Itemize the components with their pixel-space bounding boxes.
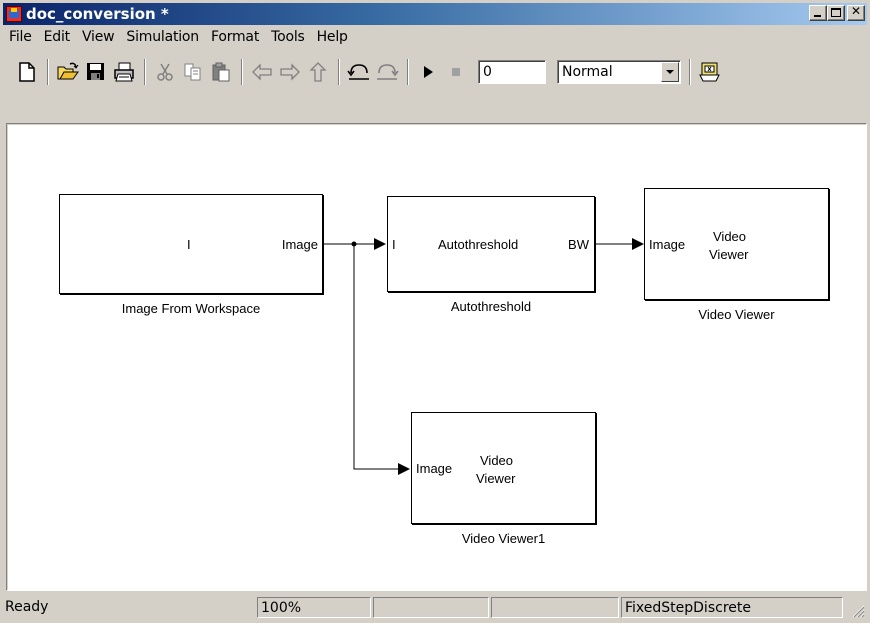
title-bar[interactable]: doc_conversion * ✕ — [3, 3, 867, 25]
block-caption: Image From Workspace — [121, 301, 261, 316]
toolbar: 0 Normal — [3, 52, 867, 92]
close-icon: ✕ — [850, 4, 862, 18]
undo-button[interactable] — [347, 60, 371, 84]
input-port-label: Image — [416, 461, 453, 476]
simulation-mode-select[interactable]: Normal — [557, 60, 681, 84]
model-canvas[interactable]: I Image Image From Workspace I Autothres… — [8, 125, 866, 590]
toolbar-separator — [241, 59, 243, 85]
toolbar-separator — [689, 59, 691, 85]
block-center-label: Video — [713, 229, 747, 244]
menu-file[interactable]: File — [3, 29, 38, 45]
block-caption: Video Viewer1 — [461, 531, 546, 546]
toolbar-separator — [338, 59, 340, 85]
back-icon — [252, 63, 272, 81]
start-simulation-button[interactable] — [416, 60, 440, 84]
cut-button[interactable] — [153, 60, 177, 84]
block-center-label: Video — [480, 453, 514, 468]
print-button[interactable] — [112, 60, 136, 84]
solver-name: FixedStepDiscrete — [621, 597, 843, 618]
copy-icon — [184, 63, 201, 81]
image-from-workspace-block[interactable]: I Image — [59, 194, 323, 294]
save-icon — [87, 63, 104, 80]
block-center-label: I — [187, 237, 191, 252]
toolbar-separator — [407, 59, 409, 85]
undo-icon — [347, 64, 369, 80]
output-port-label: Image — [281, 237, 318, 252]
block-center-label: Viewer — [476, 471, 516, 486]
block-caption: Autothreshold — [450, 299, 532, 314]
new-model-button[interactable] — [15, 60, 39, 84]
status-text: Ready — [5, 599, 49, 615]
redo-button[interactable] — [375, 60, 399, 84]
chevron-down-icon[interactable] — [661, 62, 679, 82]
zoom-level: 100% — [257, 597, 371, 618]
input-port-label: I — [392, 237, 396, 252]
back-button[interactable] — [250, 60, 274, 84]
simulation-mode-value: Normal — [562, 64, 613, 80]
paste-icon — [212, 62, 230, 82]
toolbar-separator — [144, 59, 146, 85]
block-center-label: Viewer — [709, 247, 749, 262]
forward-button[interactable] — [278, 60, 302, 84]
simulink-model-icon — [6, 6, 22, 22]
menu-tools[interactable]: Tools — [265, 29, 311, 45]
menu-simulation[interactable]: Simulation — [120, 29, 205, 45]
forward-icon — [280, 63, 300, 81]
resize-grip-icon[interactable] — [851, 604, 865, 618]
close-button[interactable]: ✕ — [847, 4, 865, 21]
redo-icon — [377, 64, 399, 80]
stop-time-field[interactable]: 0 — [478, 60, 546, 84]
minimize-icon — [814, 15, 821, 17]
save-button[interactable] — [84, 60, 108, 84]
simulink-window: doc_conversion * ✕ File Edit View Simula… — [0, 0, 870, 623]
copy-button[interactable] — [181, 60, 205, 84]
video-viewer-block[interactable]: Image Video Viewer — [644, 188, 829, 300]
up-button[interactable] — [306, 60, 330, 84]
menu-edit[interactable]: Edit — [38, 29, 76, 45]
library-browser-icon — [699, 62, 720, 82]
open-button[interactable] — [56, 60, 80, 84]
stop-simulation-button[interactable] — [444, 60, 468, 84]
start-simulation-icon — [424, 66, 433, 78]
open-icon — [57, 62, 79, 80]
toolbar-separator — [47, 59, 49, 85]
output-port-label: BW — [568, 237, 589, 252]
status-bar: Ready 100% FixedStepDiscrete — [3, 595, 867, 620]
stop-simulation-icon — [452, 68, 460, 76]
input-port-label: Image — [649, 237, 686, 252]
minimize-button[interactable] — [809, 5, 827, 21]
print-icon — [114, 62, 134, 82]
video-viewer1-block[interactable]: Image Video Viewer — [411, 412, 596, 524]
block-caption: Video Viewer — [698, 307, 775, 322]
arrow-head-icon — [398, 463, 410, 475]
status-cell-4 — [491, 597, 619, 618]
arrow-head-icon — [374, 238, 386, 250]
menu-view[interactable]: View — [76, 29, 120, 45]
up-icon — [309, 62, 327, 82]
library-browser-button[interactable] — [698, 60, 722, 84]
block-center-label: Autothreshold — [438, 237, 519, 252]
arrow-head-icon — [632, 238, 644, 250]
autothreshold-block[interactable]: I Autothreshold BW — [387, 196, 595, 292]
window-title: doc_conversion * — [26, 5, 169, 23]
status-cell-3 — [373, 597, 489, 618]
menu-bar: File Edit View Simulation Format Tools H… — [3, 26, 867, 48]
window-controls: ✕ — [809, 4, 865, 21]
menu-format[interactable]: Format — [205, 29, 265, 45]
menu-help[interactable]: Help — [311, 29, 354, 45]
maximize-icon — [831, 8, 841, 17]
paste-button[interactable] — [209, 60, 233, 84]
new-model-icon — [19, 62, 35, 82]
cut-icon — [157, 63, 173, 81]
maximize-button[interactable] — [827, 5, 845, 21]
